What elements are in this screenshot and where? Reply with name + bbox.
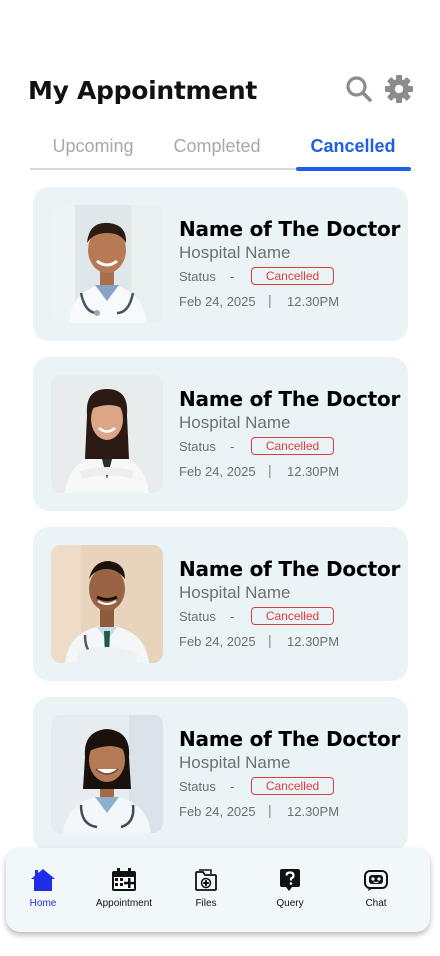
doctor-name: Name of The Doctor xyxy=(179,557,401,581)
date-time-separator: | xyxy=(268,462,272,478)
hospital-name: Hospital Name xyxy=(179,413,291,432)
status-badge: Cancelled xyxy=(251,437,334,455)
appointment-card[interactable]: Name of The Doctor Hospital Name Status … xyxy=(33,697,408,851)
status-dash: - xyxy=(230,779,235,794)
appointment-date: Feb 24, 2025 xyxy=(179,634,256,649)
doctor-name: Name of The Doctor xyxy=(179,387,401,411)
appointment-date: Feb 24, 2025 xyxy=(179,804,256,819)
appointment-tabs: Upcoming Completed Cancelled xyxy=(30,128,411,171)
status-dash: - xyxy=(230,269,235,284)
appointment-time: 12.30PM xyxy=(287,294,340,309)
gear-icon xyxy=(385,75,413,103)
appointment-date: Feb 24, 2025 xyxy=(179,464,256,479)
medical-folder-icon xyxy=(195,869,217,891)
status-badge: Cancelled xyxy=(251,607,334,625)
status-label: Status xyxy=(179,439,216,454)
tab-completed[interactable]: Completed xyxy=(156,136,278,157)
search-icon xyxy=(346,76,372,102)
appointment-card[interactable]: Name of The Doctor Hospital Name Status … xyxy=(33,187,408,341)
date-time-separator: | xyxy=(268,802,272,818)
date-time-separator: | xyxy=(268,292,272,308)
hospital-name: Hospital Name xyxy=(179,753,291,772)
nav-chat[interactable]: Chat xyxy=(334,868,418,909)
nav-label-home: Home xyxy=(29,898,57,909)
doctor-photo xyxy=(51,205,163,323)
search-button[interactable] xyxy=(344,74,374,104)
hospital-name: Hospital Name xyxy=(179,583,291,602)
settings-button[interactable] xyxy=(384,74,414,104)
nav-home[interactable]: Home xyxy=(1,868,85,909)
date-time-separator: | xyxy=(268,632,272,648)
calendar-add-icon xyxy=(112,868,136,891)
nav-files[interactable]: Files xyxy=(164,868,248,909)
nav-label-chat: Chat xyxy=(365,898,387,909)
status-label: Status xyxy=(179,779,216,794)
status-dash: - xyxy=(230,439,235,454)
question-bubble-icon xyxy=(280,869,300,891)
active-tab-indicator xyxy=(296,167,411,171)
appointment-card[interactable]: Name of The Doctor Hospital Name Status … xyxy=(33,527,408,681)
tab-upcoming[interactable]: Upcoming xyxy=(30,136,156,157)
doctor-name: Name of The Doctor xyxy=(179,217,401,241)
status-dash: - xyxy=(230,609,235,624)
bottom-navigation: Home Appointment Files Query Chat xyxy=(6,848,430,932)
home-icon xyxy=(31,869,55,891)
appointment-date: Feb 24, 2025 xyxy=(179,294,256,309)
status-label: Status xyxy=(179,269,216,284)
doctor-photo xyxy=(51,545,163,663)
doctor-photo xyxy=(51,375,163,493)
chatbot-icon xyxy=(364,870,388,891)
nav-query[interactable]: Query xyxy=(248,868,332,909)
page-title: My Appointment xyxy=(28,76,258,105)
hospital-name: Hospital Name xyxy=(179,243,291,262)
doctor-photo xyxy=(51,715,163,833)
nav-label-files: Files xyxy=(195,898,217,909)
appointment-time: 12.30PM xyxy=(287,464,340,479)
nav-appointment[interactable]: Appointment xyxy=(82,868,166,909)
appointment-card[interactable]: Name of The Doctor Hospital Name Status … xyxy=(33,357,408,511)
nav-label-appointment: Appointment xyxy=(95,898,153,909)
doctor-name: Name of The Doctor xyxy=(179,727,401,751)
appointment-time: 12.30PM xyxy=(287,634,340,649)
appointment-time: 12.30PM xyxy=(287,804,340,819)
status-badge: Cancelled xyxy=(251,777,334,795)
status-label: Status xyxy=(179,609,216,624)
status-badge: Cancelled xyxy=(251,267,334,285)
nav-label-query: Query xyxy=(276,898,304,909)
tab-cancelled[interactable]: Cancelled xyxy=(296,136,410,157)
